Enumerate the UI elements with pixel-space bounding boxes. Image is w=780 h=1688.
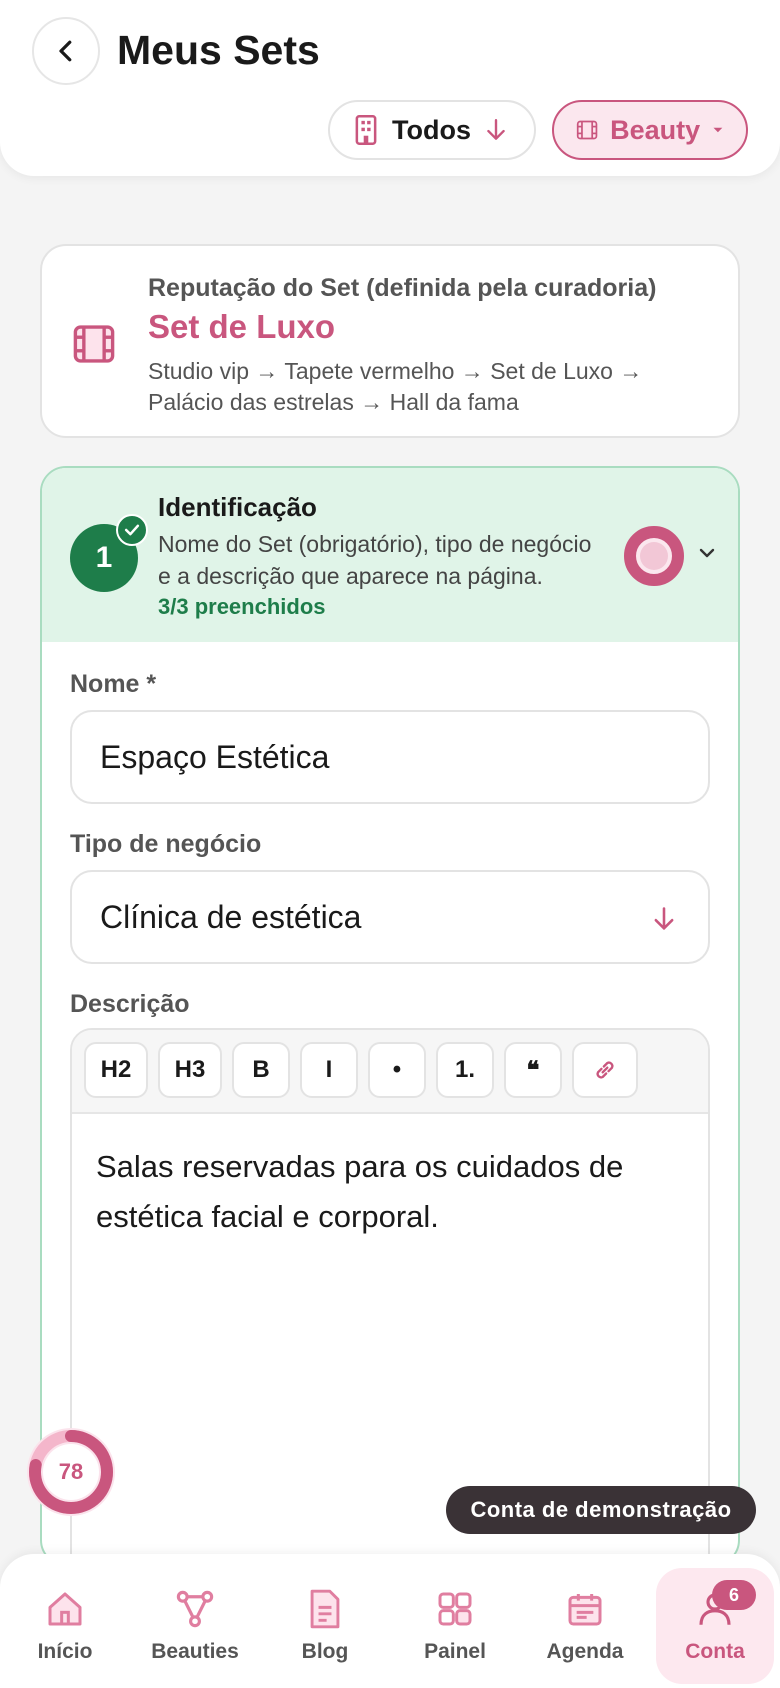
nav-label: Agenda (546, 1640, 624, 1663)
home-icon (48, 1592, 82, 1626)
toolbar-bold-button[interactable]: B (232, 1042, 290, 1098)
document-icon (310, 1589, 340, 1629)
page-title: Meus Sets (117, 27, 320, 73)
film-icon (576, 120, 598, 140)
reputation-label: Reputação do Set (definida pela curadori… (148, 274, 657, 302)
business-type-select[interactable]: Clínica de estética (70, 870, 710, 964)
reputation-value: Set de Luxo (148, 308, 336, 345)
calendar-icon (568, 1594, 602, 1626)
reputation-path: Studio vip → Tapete vermelho → Set de Lu… (148, 358, 643, 415)
nav-label: Beauties (151, 1640, 239, 1663)
reputation-card: Reputação do Set (definida pela curadori… (40, 244, 740, 438)
nav-item-inicio[interactable]: Início (0, 1554, 130, 1688)
back-button[interactable] (32, 17, 100, 85)
toolbar-quote-button[interactable]: ❝ (504, 1042, 562, 1098)
check-icon (116, 514, 148, 546)
name-input[interactable]: Espaço Estética (70, 710, 710, 804)
nav-item-blog[interactable]: Blog (260, 1554, 390, 1688)
score-value: 78 (58, 1459, 84, 1484)
link-icon (596, 1061, 614, 1079)
nav-item-conta[interactable]: Conta 6 (656, 1568, 774, 1684)
toolbar-h3-button[interactable]: H3 (158, 1042, 222, 1098)
toolbar-bullet-list-button[interactable]: • (368, 1042, 426, 1098)
section-count: 3/3 preenchidos (158, 594, 326, 619)
header: Meus Sets Todos Beauty (0, 0, 780, 176)
network-icon (176, 1590, 214, 1628)
film-icon (73, 325, 115, 363)
notification-badge: 6 (712, 1580, 756, 1610)
toolbar-h2-button[interactable]: H2 (84, 1042, 148, 1098)
nav-label: Blog (301, 1640, 349, 1663)
section-header[interactable]: 1 Identificação Nome do Set (obrigatório… (42, 468, 738, 642)
description-label: Descrição (70, 990, 190, 1018)
editor-toolbar: H2 H3 B I • 1. ❝ (72, 1030, 708, 1114)
description-text: Salas reservadas para os cuidados de est… (96, 1149, 624, 1234)
section-title: Identificação (158, 492, 317, 522)
name-label: Nome * (70, 670, 157, 698)
bottom-nav: Início Beauties Blog Painel Agenda Conta… (0, 1554, 780, 1688)
score-badge[interactable]: 78 (24, 1425, 118, 1519)
section-description: Nome do Set (obrigatório), tipo de negóc… (158, 531, 592, 589)
business-type-value: Clínica de estética (100, 898, 362, 935)
building-icon (355, 115, 377, 145)
business-type-label: Tipo de negócio (70, 830, 262, 858)
arrow-down-icon (654, 907, 674, 930)
nav-label: Início (37, 1640, 93, 1663)
toolbar-numbered-list-button[interactable]: 1. (436, 1042, 494, 1098)
grid-icon (438, 1592, 472, 1626)
nav-item-agenda[interactable]: Agenda (520, 1554, 650, 1688)
toolbar-italic-button[interactable]: I (300, 1042, 358, 1098)
progress-ring-icon (624, 526, 684, 586)
identification-section: 1 Identificação Nome do Set (obrigatório… (40, 466, 740, 1566)
nav-label: Conta (685, 1640, 745, 1663)
toolbar-link-button[interactable] (572, 1042, 638, 1098)
nav-item-beauties[interactable]: Beauties (130, 1554, 260, 1688)
caret-down-icon (713, 127, 723, 133)
filter-todos-label: Todos (392, 114, 471, 145)
filter-todos-button[interactable]: Todos (328, 100, 536, 160)
nav-label: Painel (424, 1640, 486, 1663)
filter-beauty-button[interactable]: Beauty (552, 100, 748, 160)
chevron-down-icon (699, 548, 715, 558)
filter-beauty-label: Beauty (610, 114, 701, 145)
demo-account-badge: Conta de demonstração (446, 1486, 756, 1534)
nav-item-painel[interactable]: Painel (390, 1554, 520, 1688)
chevron-left-icon (59, 40, 72, 62)
arrow-down-icon (487, 119, 505, 140)
